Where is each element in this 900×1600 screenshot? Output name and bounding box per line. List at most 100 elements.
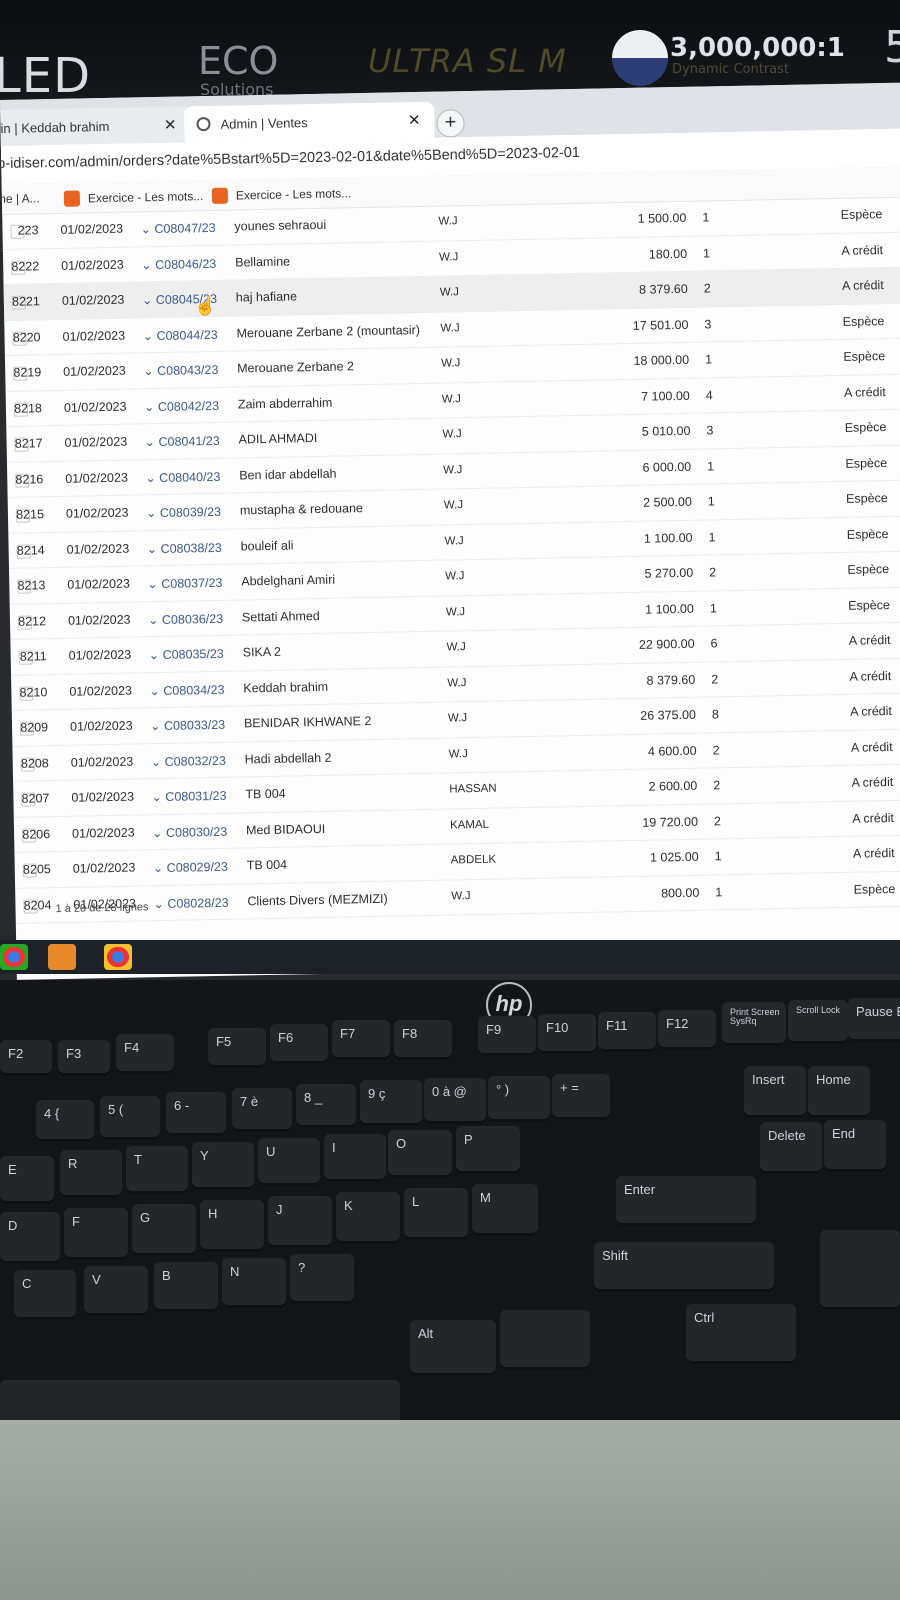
keyboard-key[interactable]: V xyxy=(84,1266,148,1316)
key-label: Print Screen SysRq xyxy=(730,1007,780,1026)
bookmark-item[interactable]: me | A... xyxy=(0,191,40,206)
keyboard-key[interactable]: C xyxy=(14,1270,76,1320)
key-label: F2 xyxy=(8,1046,24,1061)
keyboard-key[interactable]: + = xyxy=(552,1074,610,1120)
order-ref-link[interactable]: ⌄ C08028/23 xyxy=(153,894,228,910)
payment-method: A crédit xyxy=(851,774,894,790)
order-ref-link[interactable]: ⌄ C08043/23 xyxy=(143,362,218,378)
payment-method: A crédit xyxy=(849,668,892,684)
keyboard-key[interactable]: H xyxy=(200,1200,264,1252)
keyboard-key[interactable]: J xyxy=(268,1196,332,1248)
keyboard-key[interactable]: F12 xyxy=(658,1010,716,1050)
order-ref-link[interactable]: ⌄ C08034/23 xyxy=(149,681,224,697)
keyboard-key[interactable]: G xyxy=(132,1204,196,1256)
order-ref-link[interactable]: ⌄ C08047/23 xyxy=(140,220,215,236)
order-ref-link[interactable]: ⌄ C08038/23 xyxy=(146,539,222,555)
keyboard-key[interactable]: 9 ç xyxy=(360,1080,422,1126)
keyboard-key[interactable]: F8 xyxy=(394,1020,452,1060)
order-ref-link[interactable]: ⌄ C08036/23 xyxy=(148,610,223,626)
keyboard-key[interactable]: Alt xyxy=(410,1320,496,1376)
client-name: BENIDAR IKHWANE 2 xyxy=(243,713,372,731)
tab-keddah[interactable]: in | Keddah brahim ✕ xyxy=(0,106,191,147)
keyboard-key[interactable]: ? xyxy=(290,1254,354,1304)
keyboard-key[interactable]: Enter xyxy=(616,1176,756,1226)
order-id: 8212 xyxy=(18,613,47,629)
media-player-icon[interactable] xyxy=(48,944,76,970)
close-icon[interactable]: ✕ xyxy=(408,111,421,129)
order-ref-link[interactable]: ⌄ C08037/23 xyxy=(147,575,222,591)
keyboard-key[interactable]: Scroll Lock xyxy=(788,1000,848,1044)
keyboard-key[interactable]: 8 _ xyxy=(296,1084,356,1128)
keyboard-key[interactable] xyxy=(820,1230,900,1310)
keyboard-key[interactable]: F5 xyxy=(208,1028,266,1068)
keyboard-key[interactable]: ° ) xyxy=(488,1076,550,1122)
payment-method: Espèce xyxy=(846,526,889,542)
keyboard-key[interactable]: Y xyxy=(192,1142,254,1190)
order-ref-link[interactable]: ⌄ C08046/23 xyxy=(141,255,216,271)
keyboard-key[interactable]: Ctrl xyxy=(686,1304,796,1364)
keyboard-key[interactable]: Print Screen SysRq xyxy=(722,1002,786,1046)
keyboard-key[interactable]: 6 - xyxy=(166,1092,226,1136)
keyboard-key[interactable]: T xyxy=(126,1146,188,1194)
order-ref-link[interactable]: ⌄ C08042/23 xyxy=(144,397,219,413)
keyboard-key[interactable]: 7 è xyxy=(232,1088,292,1132)
tab-admin-ventes[interactable]: Admin | Ventes ✕ xyxy=(184,101,435,143)
keyboard-key[interactable]: Delete xyxy=(760,1122,822,1174)
order-qty: 3 xyxy=(704,316,712,332)
order-amount: 7 100.00 xyxy=(640,388,690,404)
keyboard-key[interactable]: E xyxy=(0,1156,54,1204)
keyboard-key[interactable]: K xyxy=(336,1192,400,1244)
keyboard-key[interactable]: N xyxy=(222,1258,286,1308)
client-name: Settati Ahmed xyxy=(241,608,320,624)
order-ref-link[interactable]: ⌄ C08030/23 xyxy=(152,823,227,839)
order-ref-link[interactable]: ⌄ C08040/23 xyxy=(145,468,220,484)
keyboard-key[interactable]: Shift xyxy=(594,1242,774,1292)
order-ref-link[interactable]: ⌄ C08039/23 xyxy=(146,504,221,520)
new-tab-button[interactable]: + xyxy=(436,109,465,138)
order-ref-link[interactable]: ⌄ C08029/23 xyxy=(153,859,228,875)
keyboard-key[interactable]: Insert xyxy=(744,1066,806,1118)
keyboard-key[interactable]: U xyxy=(258,1138,320,1186)
client-name: Keddah brahim xyxy=(243,679,329,695)
order-ref-link[interactable]: ⌄ C08035/23 xyxy=(149,646,224,662)
keyboard-key[interactable]: F9 xyxy=(478,1016,536,1056)
keyboard-key[interactable]: F3 xyxy=(58,1040,110,1076)
keyboard-key[interactable]: B xyxy=(154,1262,218,1312)
order-ref-link[interactable]: ⌄ C08031/23 xyxy=(151,788,226,804)
keyboard-key[interactable]: F10 xyxy=(538,1014,596,1054)
keyboard-key[interactable]: F6 xyxy=(270,1024,328,1064)
keyboard-key[interactable] xyxy=(500,1310,590,1370)
keyboard-key[interactable] xyxy=(0,1380,400,1420)
keyboard-key[interactable]: F xyxy=(64,1208,128,1260)
keyboard-key[interactable]: 0 à @ xyxy=(424,1078,486,1124)
order-ref-link[interactable]: ⌄ C08044/23 xyxy=(142,326,217,342)
keyboard-key[interactable]: I xyxy=(324,1134,386,1182)
bookmark-item[interactable]: Exercice - Les mots... xyxy=(63,188,204,207)
url-text[interactable]: p-idiser.com/admin/orders?date%5Bstart%5… xyxy=(0,145,580,172)
tab-label: in | Keddah brahim xyxy=(0,118,110,136)
keyboard-key[interactable]: L xyxy=(404,1188,468,1240)
order-ref-link[interactable]: ⌄ C08032/23 xyxy=(151,752,226,768)
order-amount: 1 500.00 xyxy=(637,210,687,226)
keyboard-key[interactable]: M xyxy=(472,1184,538,1236)
bookmark-item[interactable]: Exercice - Les mots... xyxy=(211,185,352,204)
keyboard-key[interactable]: F2 xyxy=(0,1040,52,1076)
keyboard-key[interactable]: O xyxy=(388,1130,452,1178)
order-amount: 800.00 xyxy=(660,885,700,900)
keyboard-key[interactable]: F7 xyxy=(332,1020,390,1060)
keyboard-key[interactable]: Home xyxy=(808,1066,870,1118)
close-icon[interactable]: ✕ xyxy=(164,116,177,134)
keyboard-key[interactable]: F4 xyxy=(116,1034,174,1074)
keyboard-key[interactable]: D xyxy=(0,1212,60,1264)
chrome-icon[interactable] xyxy=(104,944,132,970)
keyboard-key[interactable]: End xyxy=(824,1120,886,1172)
chrome-icon[interactable] xyxy=(0,944,28,970)
order-ref-link[interactable]: ⌄ C08041/23 xyxy=(144,433,219,449)
order-ref-link[interactable]: ⌄ C08033/23 xyxy=(150,717,225,733)
keyboard-key[interactable]: Pause Bre xyxy=(848,998,900,1042)
keyboard-key[interactable]: 5 ( xyxy=(100,1096,160,1140)
keyboard-key[interactable]: F11 xyxy=(598,1012,656,1052)
keyboard-key[interactable]: R xyxy=(60,1150,122,1198)
keyboard-key[interactable]: P xyxy=(456,1126,520,1174)
keyboard-key[interactable]: 4 { xyxy=(36,1100,94,1142)
